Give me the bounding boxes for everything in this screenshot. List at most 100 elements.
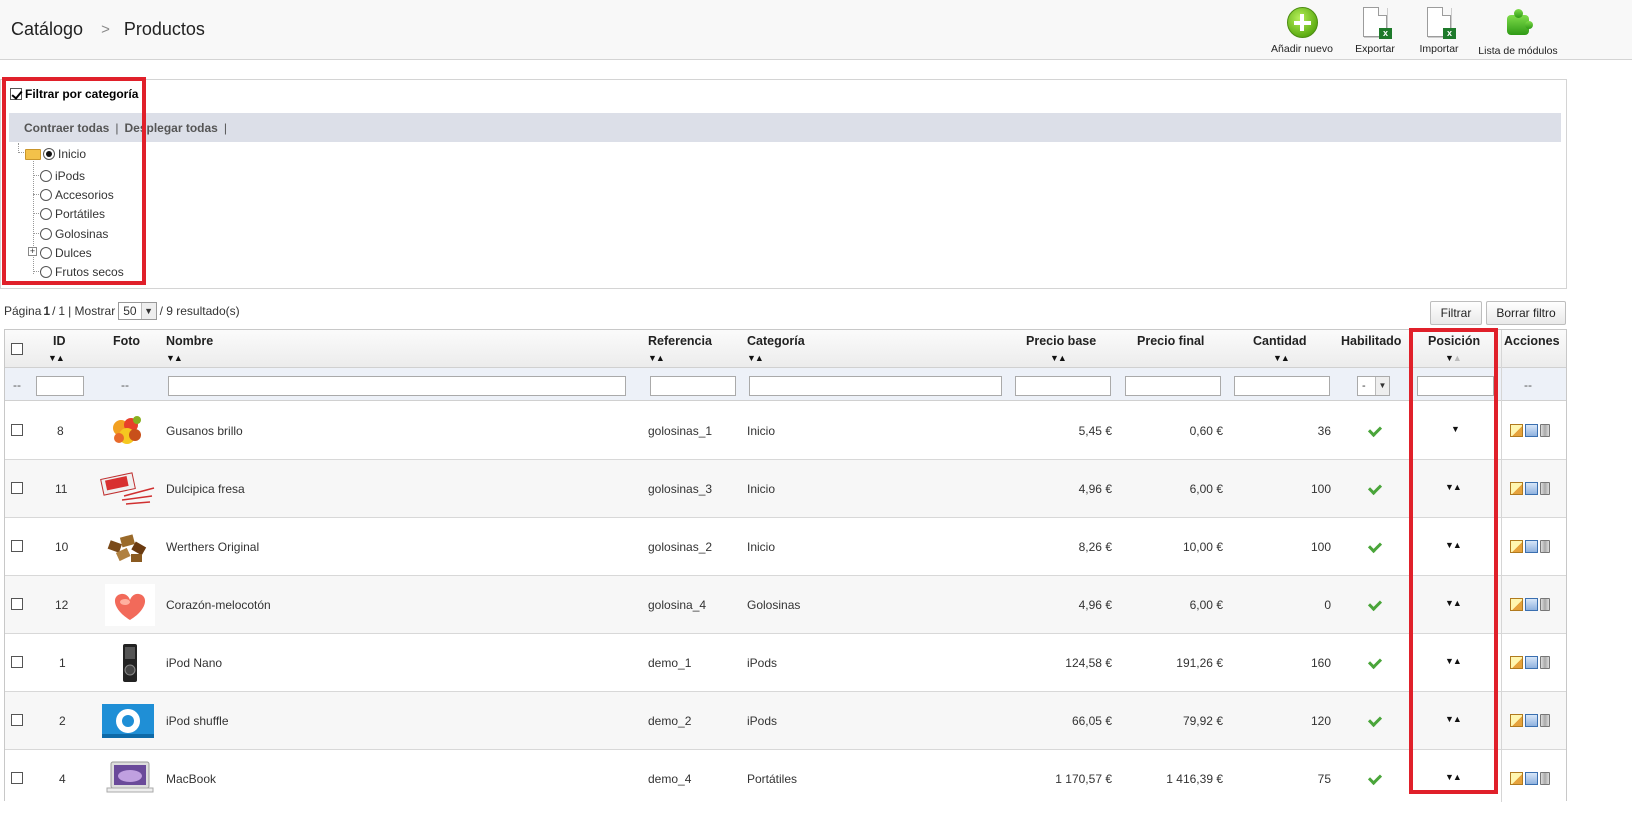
row-checkbox[interactable] (11, 598, 23, 610)
duplicate-icon[interactable] (1525, 540, 1538, 553)
filter-base-price-input[interactable] (1015, 376, 1111, 396)
edit-icon[interactable] (1510, 598, 1523, 611)
table-row[interactable]: 1 iPod Nano demo_1 iPods 124,58 € 191,26… (5, 634, 1566, 692)
table-row[interactable]: 12 Corazón-melocotón golosina_4 Golosina… (5, 576, 1566, 634)
edit-icon[interactable] (1510, 656, 1523, 669)
import-button[interactable]: x Importar (1416, 7, 1462, 55)
tree-item-portatiles[interactable]: Portátiles (40, 207, 105, 221)
breadcrumb-parent[interactable]: Catálogo (11, 19, 83, 40)
enabled-check-icon[interactable] (1367, 538, 1383, 554)
filter-final-price-input[interactable] (1125, 376, 1221, 396)
product-thumbnail[interactable] (103, 524, 157, 570)
filter-by-category-toggle[interactable]: Filtrar por categoría (10, 87, 138, 101)
enabled-check-icon[interactable] (1367, 422, 1383, 438)
table-row[interactable]: 2 iPod shuffle demo_2 iPods 66,05 € 79,9… (5, 692, 1566, 750)
enabled-check-icon[interactable] (1367, 712, 1383, 728)
duplicate-icon[interactable] (1525, 598, 1538, 611)
filter-name-input[interactable] (168, 376, 626, 396)
category-radio-frutos-secos[interactable] (40, 266, 52, 278)
category-radio-dulces[interactable] (40, 247, 52, 259)
tree-item-inicio[interactable]: Inicio (25, 147, 86, 161)
product-thumbnail[interactable] (103, 756, 157, 802)
row-checkbox[interactable] (11, 772, 23, 784)
col-base-price-header[interactable]: Precio base (1026, 334, 1096, 348)
clear-filter-button[interactable]: Borrar filtro (1486, 301, 1566, 325)
col-name-header[interactable]: Nombre (166, 334, 213, 348)
delete-icon[interactable] (1540, 482, 1550, 495)
row-checkbox[interactable] (11, 656, 23, 668)
category-radio-inicio[interactable] (43, 148, 55, 160)
row-checkbox[interactable] (11, 424, 23, 436)
modules-list-button[interactable]: Lista de módulos (1477, 7, 1559, 57)
move-down-icon[interactable]: ▼ (1451, 424, 1460, 434)
product-thumbnail[interactable] (100, 698, 156, 744)
expand-dulces-icon[interactable]: + (28, 247, 37, 256)
product-thumbnail[interactable] (98, 466, 156, 512)
enabled-check-icon[interactable] (1367, 480, 1383, 496)
delete-icon[interactable] (1540, 772, 1550, 785)
per-page-select[interactable]: 50 ▼ (118, 302, 157, 320)
enabled-check-icon[interactable] (1367, 654, 1383, 670)
tree-item-golosinas[interactable]: Golosinas (40, 227, 108, 241)
add-new-button[interactable]: Añadir nuevo (1270, 7, 1334, 55)
filter-by-category-checkbox[interactable] (10, 88, 22, 100)
enabled-check-icon[interactable] (1367, 596, 1383, 612)
product-thumbnail[interactable] (103, 582, 157, 628)
delete-icon[interactable] (1540, 656, 1550, 669)
filter-reference-input[interactable] (650, 376, 736, 396)
move-position-icon[interactable]: ▼▲ (1445, 482, 1462, 492)
col-quantity-header[interactable]: Cantidad (1253, 334, 1306, 348)
duplicate-icon[interactable] (1525, 772, 1538, 785)
table-row[interactable]: 10 Werthers Original golosinas_2 Inicio … (5, 518, 1566, 576)
sort-arrows-icon[interactable]: ▼▲ (747, 354, 764, 363)
category-radio-accesorios[interactable] (40, 189, 52, 201)
edit-icon[interactable] (1510, 424, 1523, 437)
row-checkbox[interactable] (11, 714, 23, 726)
collapse-all-link[interactable]: Contraer todas (24, 121, 109, 135)
edit-icon[interactable] (1510, 772, 1523, 785)
category-radio-golosinas[interactable] (40, 228, 52, 240)
tree-item-accesorios[interactable]: Accesorios (40, 188, 114, 202)
category-radio-portatiles[interactable] (40, 208, 52, 220)
filter-quantity-input[interactable] (1234, 376, 1330, 396)
delete-icon[interactable] (1540, 598, 1550, 611)
enabled-check-icon[interactable] (1367, 770, 1383, 786)
select-all-checkbox[interactable] (11, 343, 23, 355)
table-row[interactable]: 4 MacBook demo_4 Portátiles 1 170,57 € 1… (5, 750, 1566, 802)
delete-icon[interactable] (1540, 540, 1550, 553)
sort-arrows-icon[interactable]: ▼▲ (166, 354, 183, 363)
category-radio-ipods[interactable] (40, 170, 52, 182)
sort-arrows-icon[interactable]: ▼▲ (1273, 354, 1290, 363)
duplicate-icon[interactable] (1525, 656, 1538, 669)
sort-arrows-icon[interactable]: ▼▲ (1050, 354, 1067, 363)
move-position-icon[interactable]: ▼▲ (1445, 540, 1462, 550)
move-position-icon[interactable]: ▼▲ (1445, 772, 1462, 782)
table-row[interactable]: 11 Dulcipica fresa golosinas_3 Inicio 4,… (5, 460, 1566, 518)
move-position-icon[interactable]: ▼▲ (1445, 714, 1462, 724)
edit-icon[interactable] (1510, 714, 1523, 727)
col-id-header[interactable]: ID (53, 334, 66, 348)
delete-icon[interactable] (1540, 424, 1550, 437)
filter-enabled-select[interactable]: - ▼ (1357, 376, 1390, 396)
duplicate-icon[interactable] (1525, 714, 1538, 727)
filter-position-input[interactable] (1417, 376, 1494, 396)
filter-id-input[interactable] (36, 376, 84, 396)
expand-all-link[interactable]: Desplegar todas (124, 121, 217, 135)
row-checkbox[interactable] (11, 540, 23, 552)
delete-icon[interactable] (1540, 714, 1550, 727)
row-checkbox[interactable] (11, 482, 23, 494)
export-button[interactable]: x Exportar (1352, 7, 1398, 55)
col-category-header[interactable]: Categoría (747, 334, 805, 348)
filter-category-input[interactable] (749, 376, 1002, 396)
col-position-header[interactable]: Posición (1428, 334, 1480, 348)
edit-icon[interactable] (1510, 540, 1523, 553)
move-position-icon[interactable]: ▼▲ (1445, 656, 1462, 666)
move-position-icon[interactable]: ▼▲ (1445, 598, 1462, 608)
product-thumbnail[interactable] (103, 640, 157, 686)
tree-item-dulces[interactable]: Dulces (40, 246, 92, 260)
filter-button[interactable]: Filtrar (1430, 301, 1482, 325)
table-row[interactable]: 8 Gusanos brillo golosinas_1 Inicio 5,45… (5, 402, 1566, 460)
sort-arrows-icon[interactable]: ▼▲ (1445, 354, 1462, 363)
duplicate-icon[interactable] (1525, 424, 1538, 437)
duplicate-icon[interactable] (1525, 482, 1538, 495)
